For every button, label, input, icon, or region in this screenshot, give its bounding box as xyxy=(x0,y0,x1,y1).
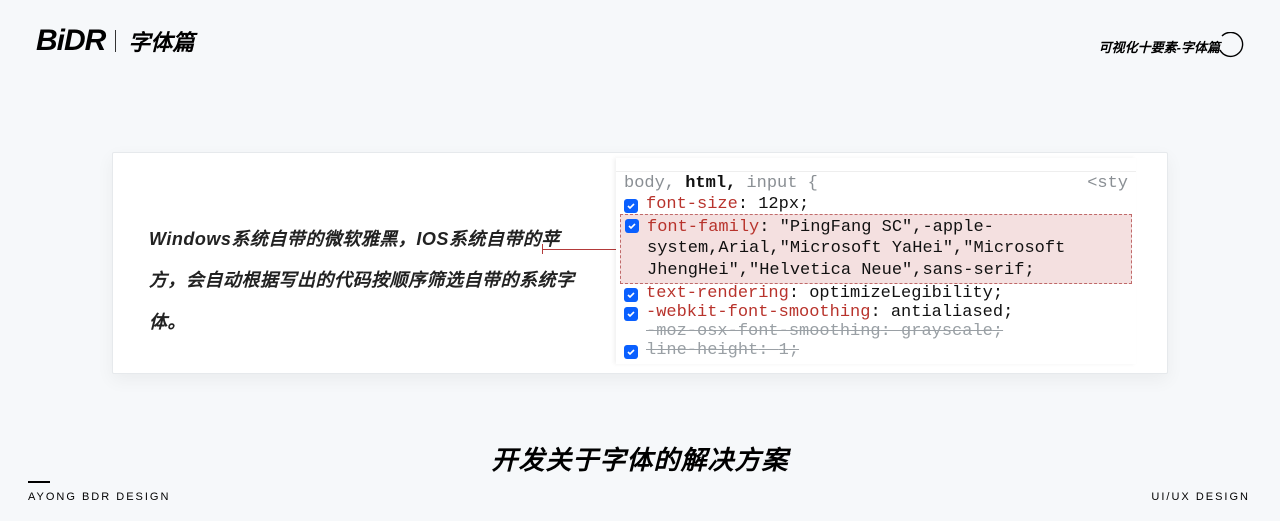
rule-text-rendering: text-rendering: optimizeLegibility; xyxy=(616,284,1136,303)
breadcrumb-text: 可视化十要素-字体篇 xyxy=(1099,37,1220,56)
css-value: optimizeLegibility xyxy=(809,284,993,303)
checkbox-icon[interactable] xyxy=(625,219,639,233)
style-tag-fragment: <sty xyxy=(1087,174,1128,193)
footer-dash-icon xyxy=(28,481,50,483)
css-value: 1 xyxy=(779,341,789,360)
header: BiDR 字体篇 xyxy=(36,24,194,58)
css-prop: font-family xyxy=(647,218,759,237)
selector-html: html, xyxy=(675,174,736,193)
checkbox-icon[interactable] xyxy=(624,288,638,302)
selector-input: input xyxy=(736,174,807,193)
css-value: grayscale xyxy=(901,322,993,341)
rule-font-size: font-size: 12px; xyxy=(616,195,1136,214)
footer-left: AYONG BDR DESIGN xyxy=(28,481,170,503)
pointer-line xyxy=(542,248,616,250)
footer-left-text: AYONG BDR DESIGN xyxy=(28,491,170,503)
description-panel: Windows系统自带的微软雅黑，IOS系统自带的苹方，会自动根据写出的代码按顺… xyxy=(113,153,613,373)
checkbox-icon[interactable] xyxy=(624,345,638,359)
page-subtitle: 字体篇 xyxy=(128,25,194,57)
css-prop: text-rendering xyxy=(646,284,789,303)
logo: BiDR xyxy=(36,24,105,58)
css-prop: -moz-osx-font-smoothing xyxy=(646,322,881,341)
description-text: Windows系统自带的微软雅黑，IOS系统自带的苹方，会自动根据写出的代码按顺… xyxy=(149,219,577,343)
section-title: 开发关于字体的解决方案 xyxy=(0,440,1280,477)
css-prop: -webkit-font-smoothing xyxy=(646,303,870,322)
css-prop: font-size xyxy=(646,195,738,214)
selector-body: body, xyxy=(624,174,675,193)
css-selector-line: body, html, input { <sty xyxy=(616,172,1136,195)
rule-moz-smoothing-disabled: -moz-osx-font-smoothing: grayscale; xyxy=(616,322,1136,341)
rule-line-height: line-height: 1; xyxy=(616,341,1136,360)
css-prop: line-height xyxy=(646,341,758,360)
brace-open: { xyxy=(808,174,818,193)
checkbox-icon[interactable] xyxy=(624,307,638,321)
footer-right-text: UI/UX DESIGN xyxy=(1151,491,1250,503)
rule-webkit-smoothing: -webkit-font-smoothing: antialiased; xyxy=(616,303,1136,322)
rule-font-family-highlighted: font-family: "PingFang SC",-apple-system… xyxy=(620,214,1132,284)
checkbox-icon[interactable] xyxy=(624,199,638,213)
css-value: 12px xyxy=(758,195,799,214)
code-panel: body, html, input { <sty font-size: 12px… xyxy=(616,158,1136,364)
arc-icon xyxy=(1216,32,1244,60)
breadcrumb: 可视化十要素-字体篇 xyxy=(1099,32,1244,60)
header-divider xyxy=(115,30,116,52)
css-value: antialiased xyxy=(891,303,1003,322)
